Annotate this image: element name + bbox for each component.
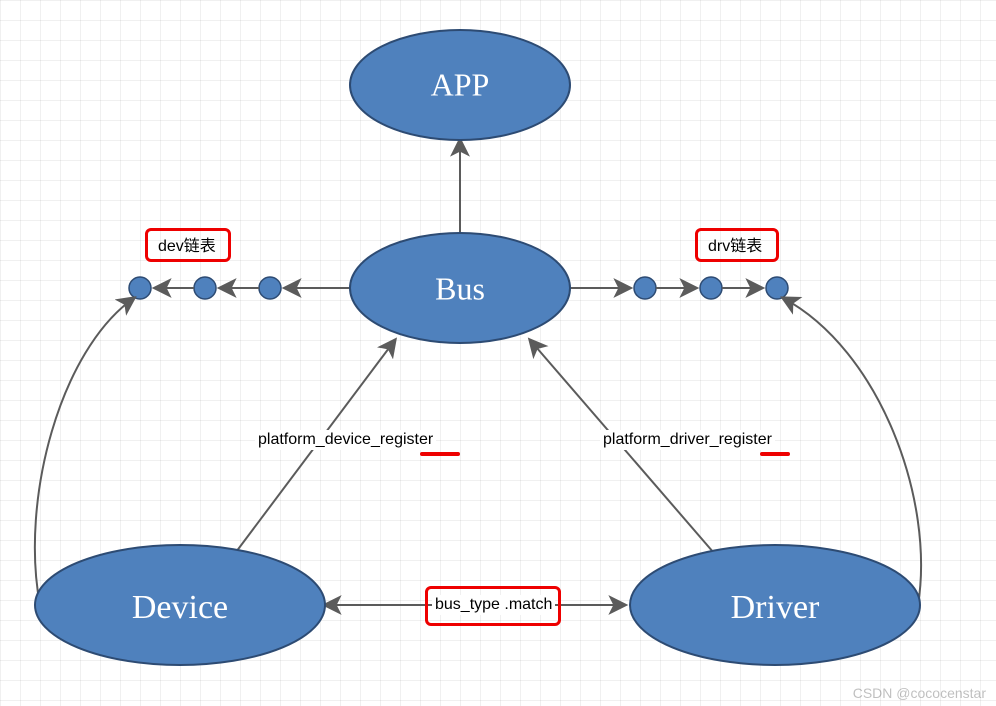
dot-r1 [634,277,656,299]
label-platform-device-register: platform_device_register [255,430,436,450]
dot-l3 [129,277,151,299]
dot-r3 [766,277,788,299]
node-bus-label: Bus [435,270,485,306]
node-driver-label: Driver [731,589,820,626]
redbox-bus-type-match [425,586,561,626]
text-drv-list: drv链表 [708,232,762,256]
text-dev-list: dev链表 [158,232,216,256]
arrow-driver-to-bus [530,340,720,560]
node-device-label: Device [132,589,228,626]
node-app-label: APP [431,66,490,102]
underline-platform-driver [760,452,790,456]
arrow-device-to-bus [230,340,395,560]
dot-l2 [194,277,216,299]
watermark: CSDN @cococenstar [853,685,986,701]
dot-r2 [700,277,722,299]
underline-platform-device [420,452,460,456]
label-platform-driver-register: platform_driver_register [600,430,775,450]
dot-l1 [259,277,281,299]
